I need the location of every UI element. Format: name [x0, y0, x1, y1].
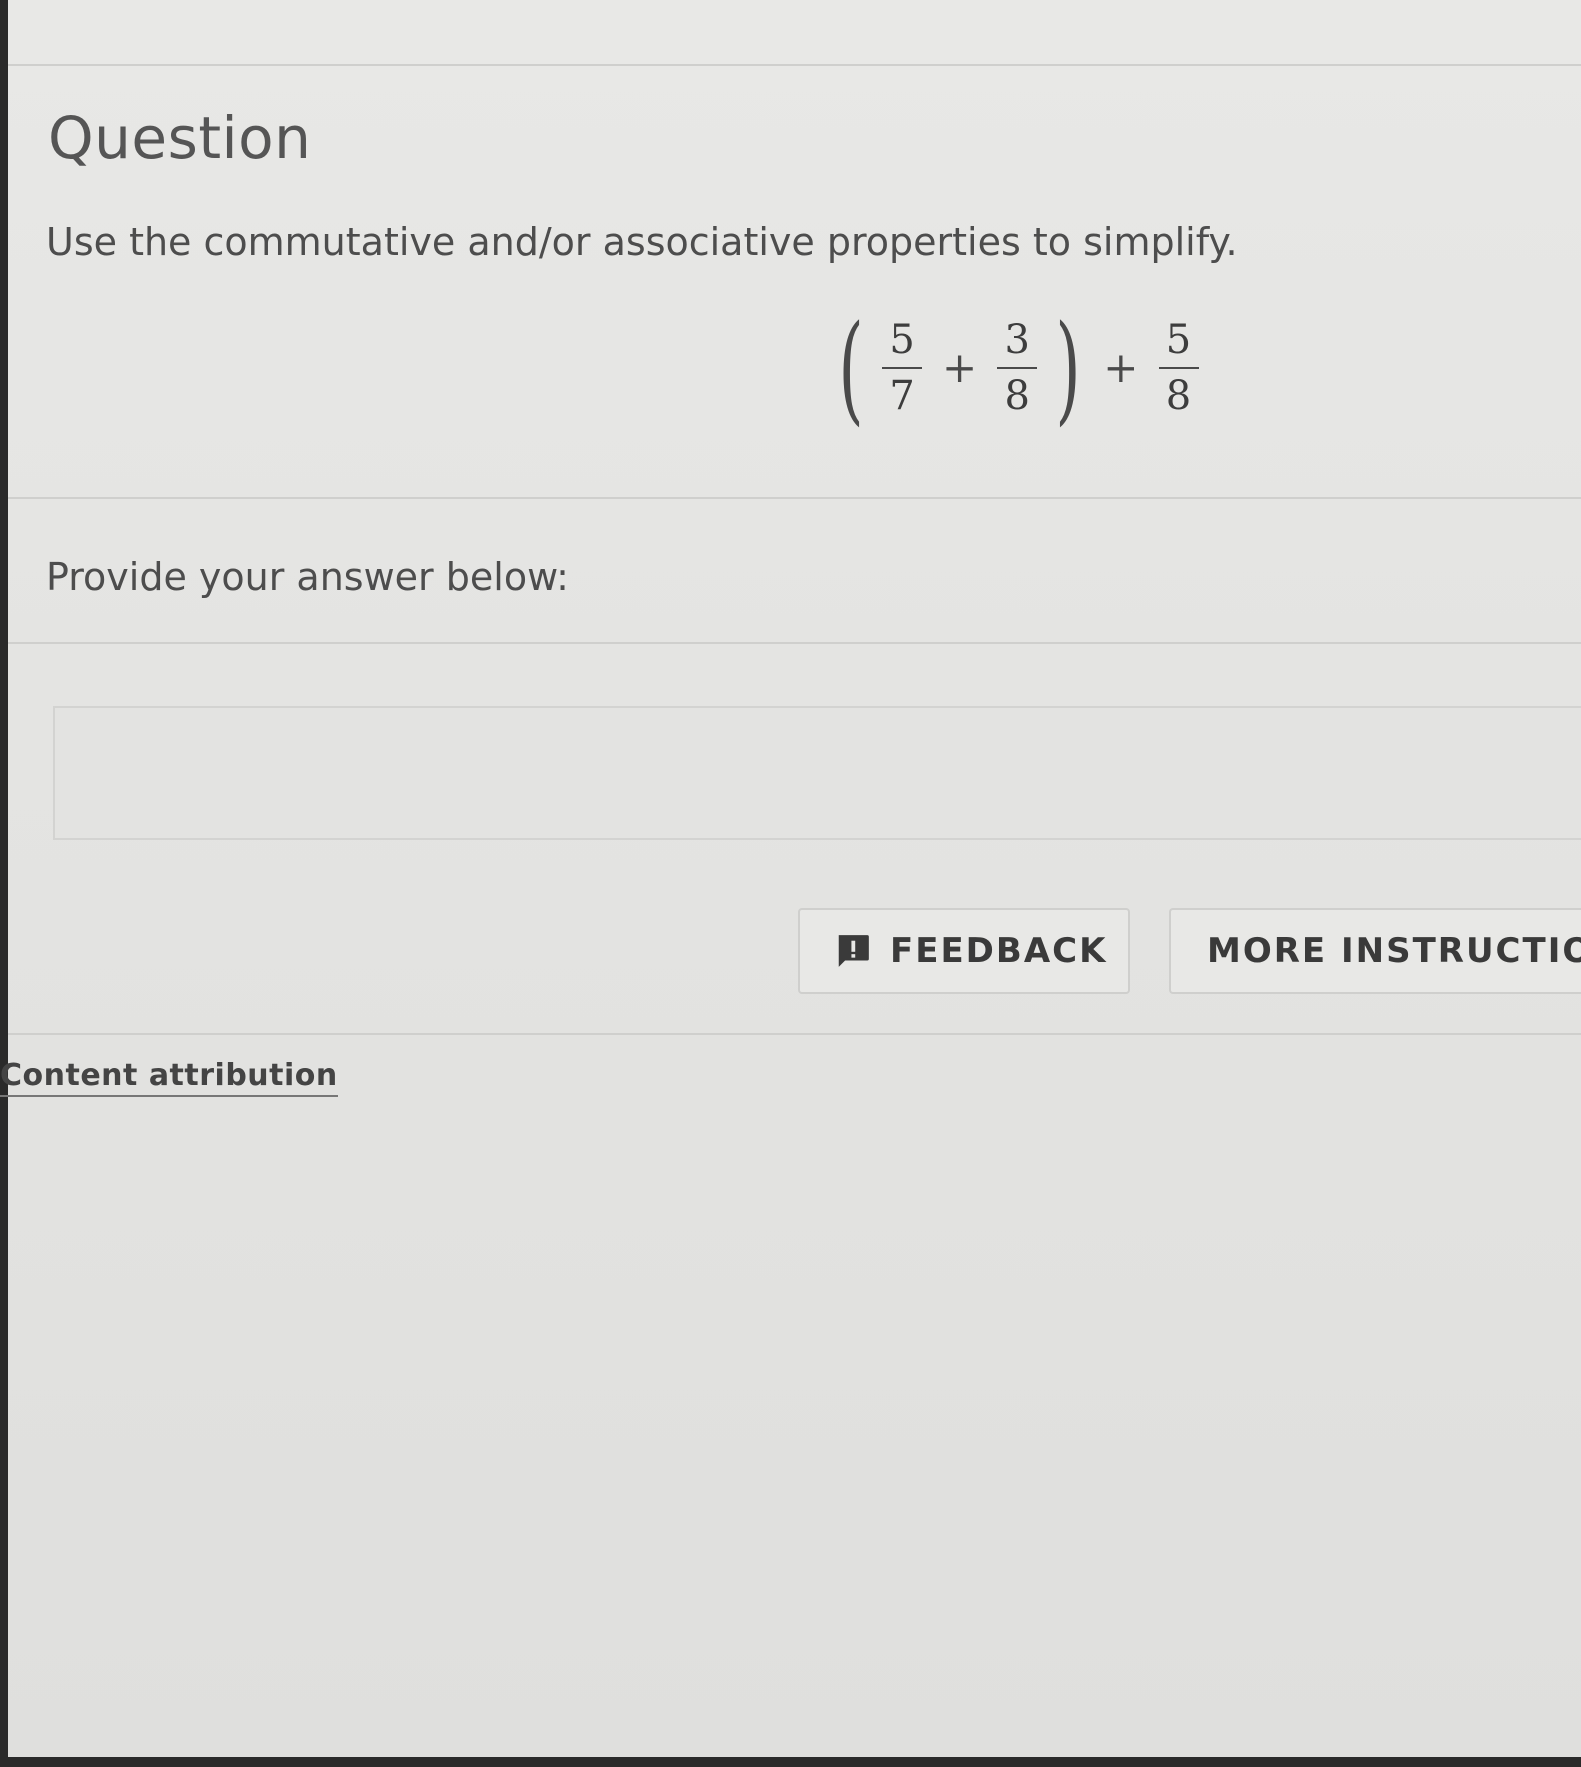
fraction-1-denominator: 7: [889, 372, 915, 419]
content-attribution-link[interactable]: Content attribution: [0, 1058, 338, 1097]
question-page: Question Use the commutative and/or asso…: [0, 0, 1581, 1757]
plus-operator-2: +: [1103, 343, 1139, 392]
footer-divider: [8, 1033, 1581, 1035]
answer-input[interactable]: [53, 706, 1581, 840]
fraction-2-bar: [997, 366, 1038, 369]
exclamation-speech-bubble-icon: [838, 935, 869, 967]
fraction-3-bar: [1158, 366, 1199, 369]
math-expression: ( 5 7 + 3 8 ) + 5 8: [828, 305, 1207, 430]
open-paren: (: [838, 298, 864, 437]
question-heading: Question: [48, 104, 312, 172]
fraction-1-numerator: 5: [889, 316, 915, 363]
answer-divider: [8, 642, 1581, 644]
screen-bezel-left: [0, 0, 8, 1767]
more-instructions-button-label: MORE INSTRUCTIO: [1207, 931, 1581, 971]
plus-operator-1: +: [942, 343, 978, 392]
feedback-button-label: FEEDBACK: [890, 931, 1108, 971]
question-prompt: Use the commutative and/or associative p…: [46, 220, 1238, 264]
fraction-3: 5 8: [1158, 316, 1199, 420]
fraction-3-denominator: 8: [1165, 372, 1192, 419]
answer-label: Provide your answer below:: [46, 555, 569, 599]
close-paren: ): [1055, 298, 1081, 437]
feedback-button[interactable]: FEEDBACK: [798, 908, 1130, 994]
fraction-1-bar: [882, 366, 923, 369]
top-divider: [8, 64, 1581, 66]
question-divider: [8, 497, 1581, 499]
screen-bezel-bottom: [0, 1757, 1581, 1767]
more-instructions-button[interactable]: MORE INSTRUCTIO: [1169, 908, 1581, 994]
fraction-2-numerator: 3: [1004, 316, 1030, 363]
fraction-1: 5 7: [882, 316, 923, 420]
fraction-2-denominator: 8: [1004, 372, 1030, 419]
fraction-2: 3 8: [997, 316, 1038, 420]
fraction-3-numerator: 5: [1165, 316, 1192, 363]
